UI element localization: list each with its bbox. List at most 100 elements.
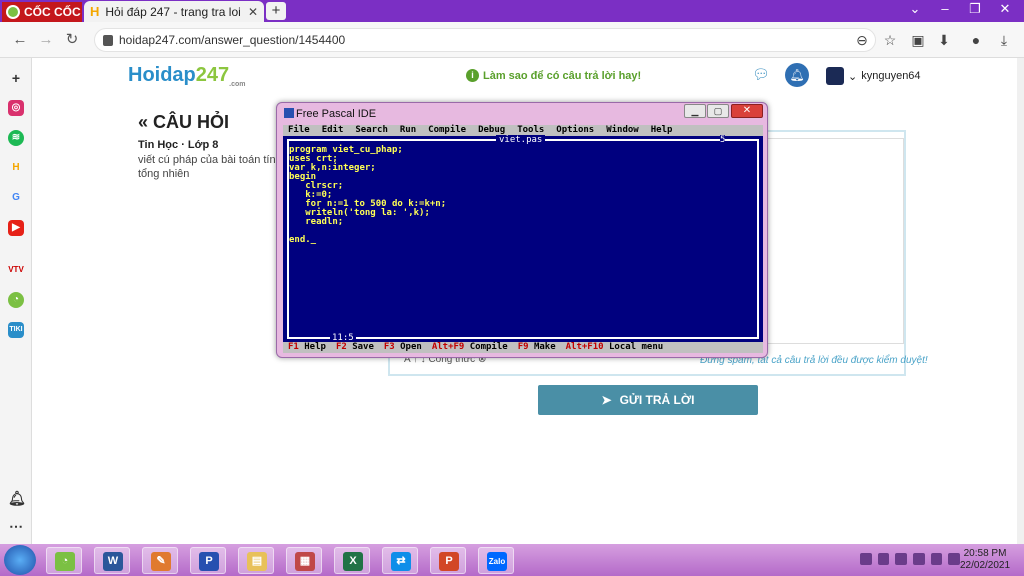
- youtube-icon[interactable]: ▶: [8, 220, 24, 236]
- reload-icon[interactable]: ↻: [62, 30, 82, 50]
- answer-hint-link[interactable]: i Làm sao để có câu trả lời hay!: [466, 69, 641, 82]
- chat-icon[interactable]: 💬︎: [752, 66, 770, 82]
- back-icon[interactable]: ←: [10, 30, 30, 50]
- zoom-icon[interactable]: ⊖: [852, 30, 872, 50]
- address-bar[interactable]: hoidap247.com/answer_question/1454400: [94, 28, 876, 52]
- fp-menu-edit[interactable]: Edit: [322, 125, 344, 136]
- fp-menu-run[interactable]: Run: [400, 125, 416, 136]
- vtv-icon[interactable]: VTV: [8, 262, 24, 278]
- coccoc-logo-icon: [6, 5, 20, 19]
- site-logo[interactable]: Hoidap247.com: [128, 64, 246, 88]
- fp-status-item[interactable]: F1 Help: [288, 342, 326, 353]
- bookmark-star-icon[interactable]: ☆: [880, 30, 900, 50]
- taskbar-free-pascal[interactable]: P: [190, 547, 226, 574]
- tray-icon[interactable]: [877, 553, 890, 565]
- restore-button[interactable]: ❐: [960, 0, 990, 20]
- taskbar-coccoc[interactable]: ◔: [46, 547, 82, 574]
- spotify-icon[interactable]: ≋: [8, 130, 24, 146]
- google-icon[interactable]: G: [8, 190, 24, 206]
- fp-status-key: Alt+F9: [431, 342, 465, 352]
- back-arrows-icon[interactable]: «: [138, 112, 148, 132]
- fp-menu-options[interactable]: Options: [556, 125, 594, 136]
- taskbar-app[interactable]: ▦: [286, 547, 322, 574]
- logo-text: Hoidap: [128, 64, 196, 86]
- coccoc-menu-button[interactable]: CỐC CỐC: [2, 2, 82, 22]
- tray-icon[interactable]: [913, 553, 925, 565]
- fp-minimize-button[interactable]: ▁: [684, 104, 706, 118]
- fp-status-label: Save: [346, 342, 374, 352]
- new-tab-button[interactable]: +: [266, 2, 286, 20]
- question-text: viết cú pháp của bài toán tính tổng nhiê…: [138, 154, 282, 180]
- hoidap-icon[interactable]: H: [8, 160, 24, 176]
- fp-status-item[interactable]: F3 Open: [384, 342, 422, 353]
- avatar: [826, 67, 844, 85]
- user-menu[interactable]: ⌄ kynguyen64: [826, 67, 921, 85]
- extension-icon[interactable]: ▣: [908, 30, 928, 50]
- fp-status-item[interactable]: F2 Save: [336, 342, 374, 353]
- tab-close-icon[interactable]: ✕: [248, 5, 258, 19]
- info-icon: i: [466, 69, 479, 82]
- fp-status-item[interactable]: Alt+F9 Compile: [432, 342, 508, 353]
- page-scrollbar[interactable]: [1017, 58, 1024, 544]
- profile-icon[interactable]: ●: [966, 30, 986, 50]
- clock-time: 20:58 PM: [963, 548, 1007, 559]
- taskbar-paint[interactable]: ✎: [142, 547, 178, 574]
- system-tray[interactable]: [860, 553, 961, 569]
- fp-source-code[interactable]: program viet_cu_phap; uses crt; var k,n:…: [289, 146, 446, 245]
- sidebar-add-icon[interactable]: +: [8, 70, 24, 86]
- forward-icon[interactable]: →: [36, 30, 56, 50]
- fp-status-bar: F1 Help F2 Save F3 Open Alt+F9 Compile F9 Ma…: [283, 342, 763, 353]
- fp-status-label: Local menu: [603, 342, 664, 352]
- taskbar-powerpoint[interactable]: P: [430, 547, 466, 574]
- tray-icon[interactable]: [895, 553, 908, 565]
- notification-bell-icon[interactable]: 🔔︎: [8, 490, 26, 506]
- coccoc-game-icon[interactable]: ◔: [8, 292, 24, 308]
- fp-menu-window[interactable]: Window: [606, 125, 639, 136]
- fp-menu-compile[interactable]: Compile: [428, 125, 466, 136]
- tiki-icon[interactable]: TIKI: [8, 322, 24, 338]
- taskbar-word[interactable]: W: [94, 547, 130, 574]
- fp-menu-help[interactable]: Help: [651, 125, 673, 136]
- minimize-button[interactable]: –: [930, 0, 960, 20]
- free-pascal-icon: [284, 108, 294, 118]
- download-icon[interactable]: ⤓: [994, 30, 1014, 50]
- fp-status-item[interactable]: Alt+F10 Local menu: [566, 342, 664, 353]
- taskbar-zalo[interactable]: Zalo: [478, 547, 514, 574]
- download-manager-icon[interactable]: ⬇: [934, 30, 954, 50]
- fp-window-title: Free Pascal IDE: [296, 108, 377, 120]
- fp-close-button[interactable]: ✕: [731, 104, 763, 118]
- taskbar-clock[interactable]: 20:58 PM 22/02/2021: [960, 548, 1010, 572]
- instagram-icon[interactable]: ◎: [8, 100, 24, 116]
- fp-status-key: F1: [288, 342, 299, 352]
- more-icon[interactable]: ⋯: [8, 518, 24, 534]
- logo-number: 247: [195, 64, 230, 86]
- close-button[interactable]: ✕: [990, 0, 1020, 20]
- browser-brand: CỐC CỐC: [24, 5, 81, 19]
- question-title: CÂU HỎI: [153, 112, 230, 132]
- question-subject: Tin Học · Lớp 8: [138, 139, 219, 151]
- fp-status-label: Make: [528, 342, 556, 352]
- taskbar-explorer[interactable]: ▤: [238, 547, 274, 574]
- taskbar-teamviewer[interactable]: ⇄: [382, 547, 418, 574]
- fp-status-label: Help: [298, 342, 326, 352]
- dropdown-icon[interactable]: ⌄: [900, 0, 930, 20]
- browser-tab[interactable]: H Hỏi đáp 247 - trang tra loi ✕: [84, 1, 264, 22]
- tray-icon[interactable]: [930, 553, 943, 565]
- fp-maximize-button[interactable]: ▢: [707, 104, 729, 118]
- start-button[interactable]: [4, 545, 36, 575]
- taskbar-excel[interactable]: X: [334, 547, 370, 574]
- tray-icon[interactable]: [948, 553, 961, 565]
- fp-status-key: Alt+F10: [565, 342, 604, 352]
- question-header: « CÂU HỎI: [138, 112, 229, 133]
- clock-date: 22/02/2021: [960, 560, 1011, 571]
- submit-answer-button[interactable]: ➤ GỬI TRẢ LỜI: [538, 385, 758, 415]
- fp-menu-file[interactable]: File: [288, 125, 310, 136]
- site-bell-icon[interactable]: 🔔︎: [785, 63, 809, 87]
- fp-filename: viet.pas: [496, 135, 546, 145]
- fp-status-item[interactable]: F9 Make: [518, 342, 556, 353]
- lock-icon: [103, 34, 113, 46]
- logo-domain: .com: [229, 81, 246, 88]
- tray-icon[interactable]: [860, 553, 872, 565]
- fp-menu-search[interactable]: Search: [355, 125, 388, 136]
- fp-status-key: F3: [383, 342, 395, 352]
